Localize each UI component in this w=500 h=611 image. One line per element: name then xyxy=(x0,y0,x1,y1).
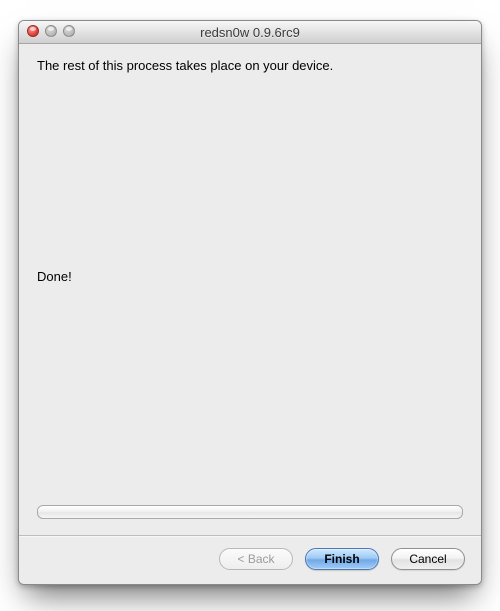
progress-bar xyxy=(37,505,463,519)
app-window: redsn0w 0.9.6rc9 The rest of this proces… xyxy=(18,20,482,585)
minimize-icon[interactable] xyxy=(45,25,57,37)
window-title: redsn0w 0.9.6rc9 xyxy=(200,25,300,40)
content-area: The rest of this process takes place on … xyxy=(19,44,481,535)
close-icon[interactable] xyxy=(27,25,39,37)
cancel-button[interactable]: Cancel xyxy=(391,548,465,570)
titlebar: redsn0w 0.9.6rc9 xyxy=(19,21,481,44)
back-button: < Back xyxy=(219,548,293,570)
zoom-icon[interactable] xyxy=(63,25,75,37)
window-controls xyxy=(27,25,75,37)
status-text: Done! xyxy=(37,269,463,284)
footer-bar: < Back Finish Cancel xyxy=(19,535,481,584)
instruction-text: The rest of this process takes place on … xyxy=(37,58,463,73)
finish-button[interactable]: Finish xyxy=(305,548,379,570)
